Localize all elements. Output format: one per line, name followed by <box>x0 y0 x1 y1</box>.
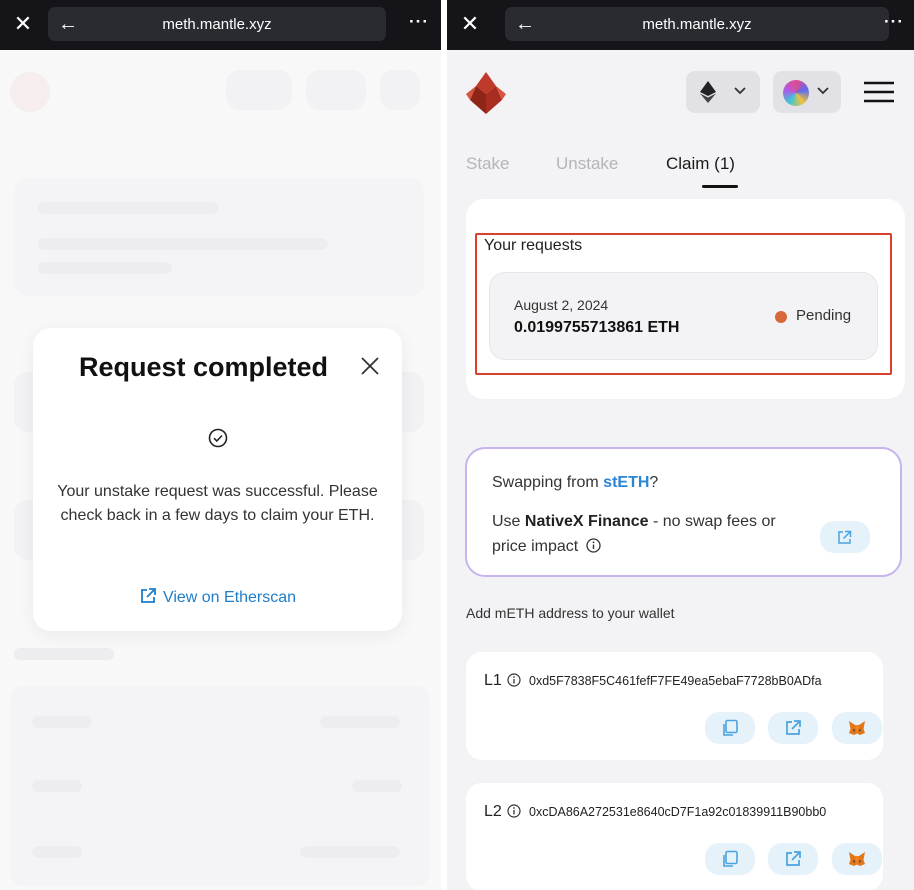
info-icon[interactable] <box>507 673 521 687</box>
copy-icon <box>723 850 738 867</box>
request-date: August 2, 2024 <box>514 297 609 313</box>
external-link-button[interactable] <box>820 521 870 553</box>
explorer-link-button[interactable] <box>768 843 818 875</box>
info-icon[interactable] <box>586 538 601 553</box>
request-completed-modal: Request completed Your unstake request w… <box>33 328 402 631</box>
swap-question: Swapping from stETH? <box>492 474 659 491</box>
address-bar[interactable]: ← meth.mantle.xyz <box>48 7 386 41</box>
tab-unstake[interactable]: Unstake <box>556 154 618 174</box>
left-screen: ✕ ← meth.mantle.xyz ··· Request complete… <box>0 0 441 890</box>
add-to-metamask-button[interactable] <box>832 712 882 744</box>
info-icon[interactable] <box>507 804 521 818</box>
address-bar[interactable]: ← meth.mantle.xyz <box>505 7 889 41</box>
address-card-l2: L2 0xcDA86A272531e8640cD7F1a92c01839911B… <box>466 783 883 890</box>
more-icon[interactable]: ··· <box>884 10 904 34</box>
browser-toolbar: ✕ ← meth.mantle.xyz ··· <box>447 0 914 50</box>
active-tab-indicator <box>702 185 738 188</box>
modal-title: Request completed <box>79 352 329 382</box>
add-address-title: Add mETH address to your wallet <box>466 605 675 621</box>
copy-address-button[interactable] <box>705 712 755 744</box>
modal-message: Your unstake request was successful. Ple… <box>57 483 378 524</box>
copy-address-button[interactable] <box>705 843 755 875</box>
contract-address: 0xd5F7838F5C461fefF7FE49ea5ebaF7728bB0AD… <box>529 674 822 688</box>
right-screen: ✕ ← meth.mantle.xyz ··· Stake Unstake Cl… <box>447 0 914 890</box>
contract-address: 0xcDA86A272531e8640cD7F1a92c01839911B90b… <box>529 805 827 819</box>
check-circle-icon <box>208 428 228 448</box>
address-label: L2 <box>484 803 502 820</box>
more-icon[interactable]: ··· <box>409 10 429 34</box>
address-card-l1: L1 0xd5F7838F5C461fefF7FE49ea5ebaF7728bB… <box>466 652 883 760</box>
tab-claim[interactable]: Claim (1) <box>666 154 735 174</box>
external-link-icon <box>786 720 801 735</box>
tab-stake[interactable]: Stake <box>466 154 509 174</box>
tab-bar: Stake Unstake Claim (1) <box>466 154 906 194</box>
swap-banner: Swapping from stETH? Use NativeX Finance… <box>465 447 902 577</box>
ethereum-icon <box>700 81 716 103</box>
avatar <box>783 80 809 106</box>
hamburger-menu-icon[interactable] <box>863 81 895 103</box>
requests-title: Your requests <box>484 237 583 254</box>
metamask-fox-icon <box>849 852 865 866</box>
steth-link[interactable]: stETH <box>603 474 649 491</box>
explorer-link-button[interactable] <box>768 712 818 744</box>
close-icon[interactable]: ✕ <box>459 12 481 36</box>
nativex-brand: NativeX Finance <box>524 513 649 530</box>
close-icon[interactable]: ✕ <box>12 12 34 36</box>
metamask-fox-icon <box>849 721 865 735</box>
add-to-metamask-button[interactable] <box>832 843 882 875</box>
mantle-logo-icon[interactable] <box>464 70 508 116</box>
url-text: meth.mantle.xyz <box>162 16 272 33</box>
request-item[interactable]: August 2, 2024 0.0199755713861 ETH Pendi… <box>489 272 878 360</box>
url-text: meth.mantle.xyz <box>642 16 752 33</box>
status-badge: Pending <box>796 307 852 324</box>
view-on-etherscan-label: View on Etherscan <box>162 589 297 606</box>
network-selector[interactable] <box>686 71 760 113</box>
account-selector[interactable] <box>773 71 841 113</box>
external-link-icon <box>838 530 852 544</box>
pending-status-dot <box>775 311 787 323</box>
view-on-etherscan-link[interactable]: View on Etherscan <box>33 587 402 607</box>
browser-toolbar: ✕ ← meth.mantle.xyz ··· <box>0 0 441 50</box>
address-label: L1 <box>484 672 502 689</box>
external-link-icon <box>141 588 156 603</box>
copy-icon <box>723 719 738 736</box>
request-amount: 0.0199755713861 ETH <box>514 319 680 336</box>
chevron-down-icon <box>817 87 829 95</box>
close-icon[interactable] <box>358 354 382 378</box>
swap-description: Use NativeX Finance - no swap fees or pr… <box>492 513 776 555</box>
chevron-down-icon <box>734 87 746 95</box>
external-link-icon <box>786 851 801 866</box>
